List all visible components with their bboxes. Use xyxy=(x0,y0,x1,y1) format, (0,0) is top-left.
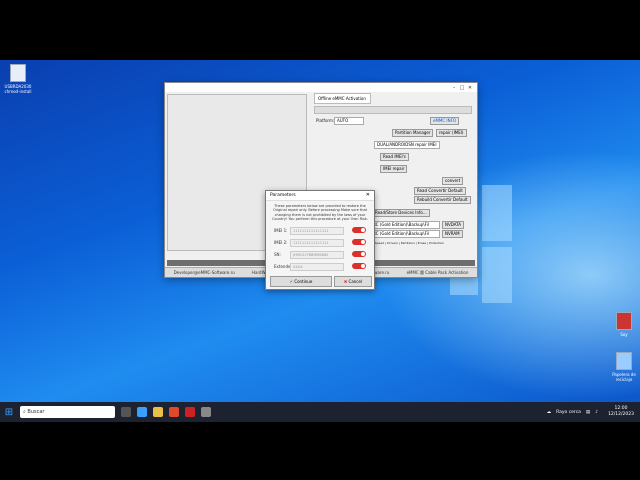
taskbar: ⊞ ⌕ Buscar ☁ Rayo cerca ▤ ♪ 12:00 12/12/… xyxy=(0,402,640,422)
extender-toggle[interactable] xyxy=(352,263,366,269)
imei1-row: IMEI 1: 1111111111111111 xyxy=(272,227,368,235)
imei2-label: IMEI 2: xyxy=(274,240,288,245)
parameters-dialog: Parameters ✕ These parameters below are … xyxy=(265,190,375,290)
imei-repair-button[interactable]: IMEI repair xyxy=(380,165,408,173)
imei2-input[interactable]: 1111111111111111 xyxy=(290,239,344,247)
file-explorer-icon[interactable] xyxy=(153,407,163,417)
repair-mode-select[interactable]: DUAL/ANDROIDSN repair IMEI xyxy=(374,141,440,149)
imei1-toggle[interactable] xyxy=(352,227,366,233)
status-edition: eMMC 晨 Cable Pack Activation xyxy=(406,269,469,275)
convert-button[interactable]: convert xyxy=(442,177,464,185)
desktop-app-label: Soy xyxy=(620,332,628,337)
maximize-icon[interactable]: □ xyxy=(458,85,466,91)
platform-select[interactable]: AUTO xyxy=(334,117,364,125)
imei2-toggle[interactable] xyxy=(352,239,366,245)
emmc-app-taskbar-icon[interactable] xyxy=(201,407,211,417)
desktop-file-label: USBRDA2030 chmod-install xyxy=(4,84,32,94)
desktop-app-icon[interactable]: Soy xyxy=(610,312,638,337)
taskbar-search-input[interactable]: ⌕ Buscar xyxy=(20,406,115,418)
read-imei-button[interactable]: Read IMEI's xyxy=(380,153,409,161)
system-tray: ☁ Rayo cerca ▤ ♪ 12:00 12/12/2023 xyxy=(542,406,640,418)
status-email: Developer@eMMC-Software.ru xyxy=(173,270,235,275)
emmc-info-button[interactable]: eMMC INFO xyxy=(430,117,460,125)
sn-toggle[interactable] xyxy=(352,251,366,257)
extender-row: Extender: XXXX xyxy=(272,263,368,271)
app-icon-2[interactable] xyxy=(185,407,195,417)
check-icon: ✔ xyxy=(289,279,294,284)
task-view-icon[interactable] xyxy=(121,407,131,417)
tab-partition-manager[interactable]: Partition Manager xyxy=(392,129,434,137)
dialog-title-text: Parameters xyxy=(270,193,296,198)
clock-date: 12/12/2023 xyxy=(608,412,634,417)
platform-label: Platform: xyxy=(316,118,335,123)
search-placeholder: Buscar xyxy=(27,409,45,415)
continue-label: Continue xyxy=(294,279,313,284)
weather-icon[interactable]: ☁ xyxy=(547,410,552,415)
imei2-row: IMEI 2: 1111111111111111 xyxy=(272,239,368,247)
extender-input[interactable]: XXXX xyxy=(290,263,344,271)
dialog-title: Parameters ✕ xyxy=(266,191,374,201)
cancel-button[interactable]: ✖ Cancel xyxy=(334,276,372,287)
weather-text[interactable]: Rayo cerca xyxy=(556,410,581,415)
tab-offline-activation[interactable]: Offline eMMC Activation xyxy=(314,93,371,104)
rebuild-convert-button[interactable]: Rebuild Convertir Default xyxy=(414,196,471,204)
network-icon[interactable]: ▤ xyxy=(586,410,590,415)
edge-icon[interactable] xyxy=(137,407,147,417)
app-icon-1[interactable] xyxy=(169,407,179,417)
cross-icon: ✖ xyxy=(343,279,348,284)
nvram-button[interactable]: NVRAM xyxy=(442,230,463,238)
sn-row: SN: JHMCA7FB8MM8880 xyxy=(272,251,368,259)
device-info-button[interactable]: Read/Store Devices Info... xyxy=(372,209,430,217)
close-icon[interactable]: ✕ xyxy=(466,85,474,91)
continue-button[interactable]: ✔ Continue xyxy=(270,276,332,287)
windows-start-icon[interactable]: ⊞ xyxy=(0,407,18,418)
read-convert-button[interactable]: Read Convertir Default xyxy=(414,187,466,195)
imei1-label: IMEI 1: xyxy=(274,228,288,233)
dialog-warning-text: These parameters below are provided to r… xyxy=(272,204,368,222)
cancel-label: Cancel xyxy=(348,279,363,284)
clock[interactable]: 12:00 12/12/2023 xyxy=(603,406,634,418)
search-input[interactable] xyxy=(314,106,472,114)
clock-time: 12:00 xyxy=(614,406,628,411)
minimize-icon[interactable]: – xyxy=(450,85,458,91)
tab-repair-imei[interactable]: repair (IMEI) xyxy=(436,129,467,137)
close-icon[interactable]: ✕ xyxy=(366,191,370,200)
volume-icon[interactable]: ♪ xyxy=(595,410,598,415)
sn-label: SN: xyxy=(274,252,281,257)
desktop-file-icon[interactable]: USBRDA2030 chmod-install xyxy=(4,64,32,94)
nvdata-button[interactable]: NVDATA xyxy=(442,221,465,229)
recycle-bin-icon[interactable]: Papelera de reciclaje xyxy=(610,352,638,382)
sn-input[interactable]: JHMCA7FB8MM8880 xyxy=(290,251,344,259)
imei1-input[interactable]: 1111111111111111 xyxy=(290,227,344,235)
window-titlebar: – □ ✕ xyxy=(165,83,477,92)
recycle-bin-label: Papelera de reciclaje xyxy=(612,372,636,382)
